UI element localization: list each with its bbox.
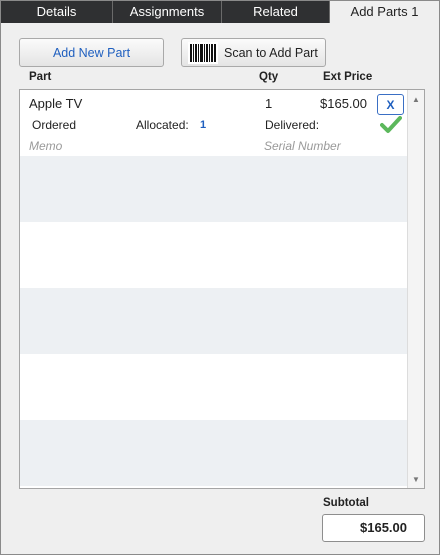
list-row-empty — [20, 156, 407, 222]
serial-number-field[interactable]: Serial Number — [264, 139, 341, 153]
part-ext-price: $165.00 — [320, 96, 367, 111]
allocated-value: 1 — [200, 119, 207, 131]
part-qty: 1 — [265, 96, 273, 111]
tab-related[interactable]: Related — [222, 1, 330, 23]
column-header-part: Part — [29, 71, 52, 83]
add-new-part-button[interactable]: Add New Part — [19, 38, 164, 67]
add-new-part-label: Add New Part — [52, 45, 131, 60]
scroll-down-icon[interactable]: ▼ — [408, 472, 424, 486]
tab-bar: Details Assignments Related Add Parts 1 — [1, 1, 439, 24]
allocated-label: Allocated: — [136, 118, 189, 132]
scan-to-add-part-label: Scan to Add Part — [224, 45, 318, 60]
column-header-ext-price: Ext Price — [323, 71, 373, 83]
memo-field[interactable]: Memo — [29, 139, 62, 153]
barcode-icon — [188, 41, 218, 64]
delivered-label: Delivered: — [265, 118, 320, 132]
scan-to-add-part-button[interactable]: Scan to Add Part — [181, 38, 326, 67]
parts-list: Apple TV 1 $165.00 X Ordered Allocated: … — [19, 89, 425, 489]
check-icon — [380, 116, 402, 133]
tab-details[interactable]: Details — [1, 1, 113, 23]
subtotal-value: $165.00 — [322, 514, 425, 542]
list-scrollbar[interactable]: ▲ ▼ — [407, 90, 424, 488]
ordered-label: Ordered — [32, 118, 77, 132]
remove-part-button[interactable]: X — [377, 94, 404, 115]
column-header-qty: Qty — [259, 71, 279, 83]
list-row-empty — [20, 222, 407, 288]
subtotal-label: Subtotal — [323, 497, 369, 509]
add-parts-window: Details Assignments Related Add Parts 1 … — [0, 0, 440, 555]
part-name: Apple TV — [29, 96, 83, 111]
tab-add-parts[interactable]: Add Parts 1 — [330, 1, 439, 24]
scroll-up-icon[interactable]: ▲ — [408, 92, 424, 106]
list-item[interactable]: Apple TV 1 $165.00 X Ordered Allocated: … — [20, 90, 407, 156]
tab-assignments[interactable]: Assignments — [113, 1, 222, 23]
list-row-empty — [20, 354, 407, 420]
list-row-empty — [20, 420, 407, 486]
list-row-empty — [20, 288, 407, 354]
